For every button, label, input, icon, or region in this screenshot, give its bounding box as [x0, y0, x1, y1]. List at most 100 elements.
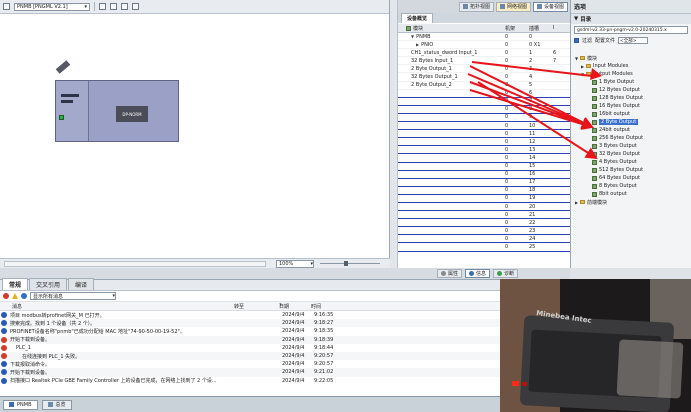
tab-general[interactable]: 常规 — [2, 278, 29, 290]
column-header-time[interactable]: 时间 — [311, 303, 351, 310]
message-row[interactable]: PLC_1 2024/9/4 9:18:44 — [0, 344, 570, 352]
table-row[interactable]: 2 Byte Output_2 0 5 — [398, 82, 570, 90]
catalog-directory-header[interactable]: ▼ 目录 — [571, 14, 691, 24]
catalog-tree-item[interactable]: 2 Byte Output — [571, 118, 691, 126]
column-header-rack[interactable]: 机架 — [502, 25, 526, 32]
message-row[interactable]: 开始下载到设备。 2024/9/4 9:18:39 — [0, 335, 570, 344]
table-row[interactable]: 0 20 — [398, 203, 570, 212]
message-filter-select[interactable]: 显示所有消息 ▾ — [30, 292, 116, 300]
message-row[interactable]: 下载报取消命令。 2024/9/4 9:20:57 — [0, 360, 570, 368]
zoom-select[interactable]: 100% ▾ — [276, 260, 314, 268]
fit-view-icon[interactable] — [110, 3, 117, 10]
table-row[interactable]: 32 Bytes Output_1 0 4 — [398, 73, 570, 82]
message-row[interactable]: 开始下载到设备。 2024/9/4 9:21:02 — [0, 368, 570, 377]
column-header-i[interactable]: I — [550, 25, 570, 31]
tab-device-overview[interactable]: 设备概览 — [401, 13, 434, 23]
table-row[interactable]: 0 16 — [398, 171, 570, 179]
task-pnmb[interactable]: PNMB — [3, 399, 38, 410]
table-row[interactable]: 0 13 — [398, 146, 570, 155]
expand-icon[interactable]: ▶ — [416, 42, 419, 47]
table-row[interactable]: 08 — [398, 106, 570, 114]
catalog-tree-item[interactable]: ▶ 前端模块 — [571, 198, 691, 206]
expand-icon[interactable]: ▼ — [411, 34, 414, 39]
catalog-tree-item[interactable]: ▼ Output Modules — [571, 70, 691, 78]
device-icon[interactable] — [3, 3, 10, 10]
table-row[interactable]: ▼ PNMB 0 0 — [398, 33, 570, 42]
device-rack[interactable]: DP-NORM — [55, 80, 179, 142]
tab-diagnostics[interactable]: 诊断 — [492, 269, 518, 278]
catalog-tree-item[interactable]: 16bit output — [571, 110, 691, 118]
catalog-tree-item[interactable]: 8bit output — [571, 190, 691, 198]
tab-info[interactable]: 信息 — [464, 269, 490, 278]
table-row[interactable]: 07 — [398, 98, 570, 106]
message-row[interactable]: 搜索完成。找到 1 个设备（共 2 个）。 2024/9/4 9:18:27 — [0, 319, 570, 328]
column-header-date[interactable]: 日期 — [279, 303, 311, 310]
catalog-tree-item[interactable]: 16 Bytes Output — [571, 102, 691, 110]
message-row[interactable]: PROFINET设备名称"pnmb"已成功分配给 MAC 地址"74-90-50… — [0, 327, 570, 335]
catalog-tree-item[interactable]: 64 Bytes Output — [571, 174, 691, 182]
column-header-message[interactable]: 消息 — [0, 303, 234, 310]
column-header-slot[interactable]: 插槽 — [526, 25, 550, 32]
table-row[interactable]: 0 19 — [398, 195, 570, 203]
head-module[interactable] — [56, 81, 89, 141]
table-row[interactable]: 0 14 — [398, 154, 570, 163]
table-row[interactable]: 0 15 — [398, 163, 570, 171]
ethernet-port-icon[interactable] — [59, 115, 64, 120]
warning-filter-icon[interactable] — [12, 293, 18, 299]
module-label[interactable]: DP-NORM — [116, 106, 148, 122]
table-row[interactable]: 0 12 — [398, 138, 570, 147]
table-row[interactable]: CH1_status_dword Input_1 0 1 6 — [398, 49, 570, 58]
catalog-tree-item[interactable]: 256 Bytes Output — [571, 134, 691, 142]
message-row[interactable]: 扫描接口 Realtek PCIe GBE Family Controller … — [0, 377, 570, 385]
panel-splitter[interactable] — [390, 0, 398, 268]
table-row[interactable]: 0 10 — [398, 122, 570, 131]
catalog-tree-item[interactable]: 24bit output — [571, 126, 691, 134]
info-filter-icon[interactable] — [21, 293, 27, 299]
table-row[interactable]: 32 Bytes Input_1 0 2 7 — [398, 57, 570, 66]
zoom-tool-icon[interactable] — [99, 3, 106, 10]
tab-network-view[interactable]: 网络视图 — [495, 1, 531, 12]
table-row[interactable]: 0 18 — [398, 187, 570, 195]
table-row[interactable]: 0 17 — [398, 179, 570, 187]
table-row[interactable]: 09 — [398, 114, 570, 123]
grid-icon[interactable] — [121, 3, 128, 10]
device-select[interactable]: PNMB [PNGML V2.1] ▾ — [14, 2, 90, 11]
profile-select[interactable]: <全部> — [618, 37, 649, 44]
catalog-tree-item[interactable]: 12 Bytes Output — [571, 86, 691, 94]
tab-cross-reference[interactable]: 交叉引用 — [29, 278, 68, 290]
table-row[interactable]: 0 11 — [398, 130, 570, 139]
catalog-search-input[interactable]: gsdml-v2.33-pn-pngm-v2.0-20240315.x — [574, 26, 688, 34]
catalog-tree-item[interactable]: 8 Bytes Output — [571, 182, 691, 190]
catalog-tree-item[interactable]: ▶ Input Modules — [571, 62, 691, 70]
table-row[interactable]: ▶ PNIO 0 0 X1 — [398, 41, 570, 50]
task-overview[interactable]: 总览 — [41, 399, 72, 410]
catalog-tree-item[interactable]: ▼ 模块 — [571, 54, 691, 62]
filter-checkbox[interactable] — [574, 38, 579, 43]
zoom-slider-thumb[interactable] — [344, 261, 348, 266]
catalog-tree-item[interactable]: 3 Bytes Output — [571, 142, 691, 150]
message-row[interactable]: 在线连接到 PLC_1 失败。 2024/9/4 9:20:57 — [0, 351, 570, 361]
error-filter-icon[interactable] — [3, 293, 9, 299]
table-row[interactable]: 0 21 — [398, 211, 570, 220]
tab-device-view[interactable]: 设备视图 — [532, 1, 568, 12]
device-canvas[interactable]: DP-NORM — [0, 14, 386, 258]
horizontal-scrollbar[interactable] — [4, 261, 266, 267]
table-row[interactable]: 0 22 — [398, 219, 570, 228]
table-row[interactable]: 2 Byte Output_1 0 3 — [398, 65, 570, 74]
column-header-goto[interactable]: 转至 — [234, 303, 279, 310]
catalog-tree-item[interactable]: 4 Bytes Output — [571, 158, 691, 166]
tab-properties[interactable]: 属性 — [436, 269, 462, 278]
message-row[interactable]: 项目 modbus转profinet网关_M 已打开。 2024/9/4 9:16:… — [0, 311, 570, 319]
catalog-tree-item[interactable]: 32 Bytes Output — [571, 150, 691, 158]
table-row[interactable]: 0 24 — [398, 235, 570, 244]
catalog-tree-item[interactable]: 512 Bytes Output — [571, 166, 691, 174]
layout-icon[interactable] — [132, 3, 139, 10]
table-row[interactable]: 06 — [398, 90, 570, 98]
catalog-tree-item[interactable]: 1 Byte Output — [571, 78, 691, 86]
catalog-tree-item[interactable]: 128 Bytes Output — [571, 94, 691, 102]
zoom-slider-track[interactable] — [320, 263, 380, 264]
table-row[interactable]: 0 23 — [398, 227, 570, 236]
table-row[interactable]: 0 25 — [398, 243, 570, 252]
tab-topology-view[interactable]: 拓扑视图 — [458, 1, 494, 12]
tab-compile[interactable]: 编译 — [68, 278, 95, 290]
